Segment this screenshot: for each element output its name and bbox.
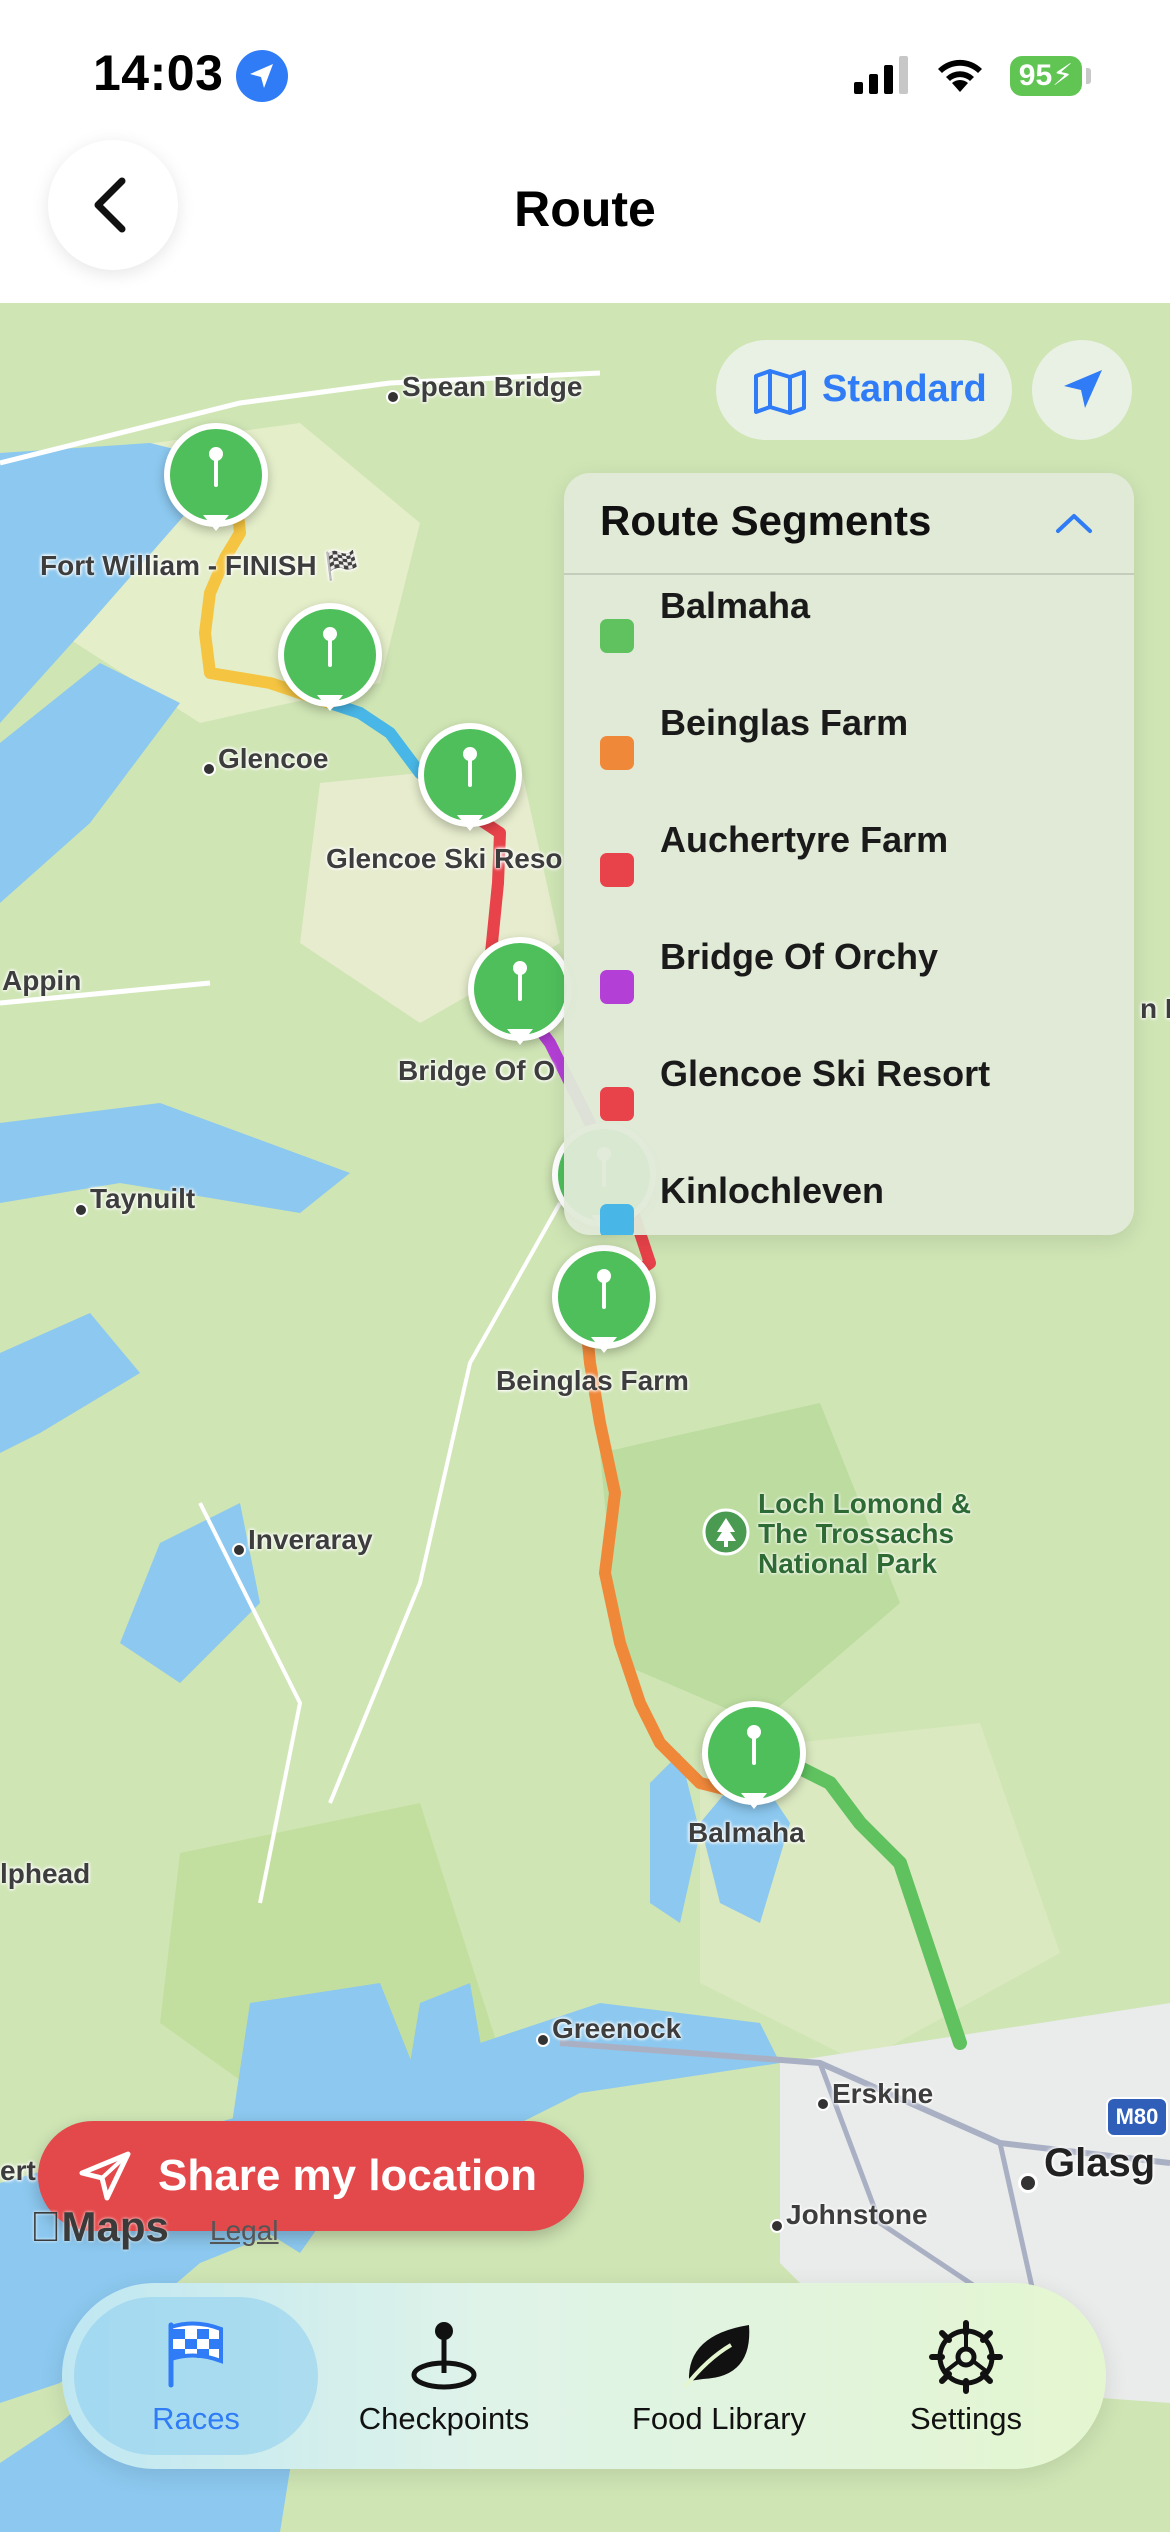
share-location-label: Share my location xyxy=(158,2151,538,2200)
place-dot xyxy=(1018,2173,1038,2193)
send-arrow-icon xyxy=(79,2151,131,2201)
gear-icon xyxy=(929,2320,1003,2394)
segment-color-swatch xyxy=(600,1087,634,1121)
tab-label: Settings xyxy=(909,2401,1022,2436)
checkpoint-pin-balmaha[interactable] xyxy=(702,1701,806,1809)
place-bridge-of-orchy: Bridge Of O xyxy=(398,1055,556,1086)
cellular-signal-icon xyxy=(854,56,908,94)
map-style-label: Standard xyxy=(822,368,987,410)
place-dot xyxy=(816,2097,830,2111)
tab-settings[interactable]: Settings xyxy=(836,2283,1096,2469)
place-inveraray: Inveraray xyxy=(248,1524,373,1555)
place-loch-lomond: Loch Lomond & The Trossachs National Par… xyxy=(758,1488,972,1579)
battery-tip xyxy=(1086,68,1091,84)
segment-label: Balmaha xyxy=(660,585,811,626)
battery-level: 95 xyxy=(1018,59,1053,92)
leaf-icon xyxy=(683,2325,750,2389)
map-style-button[interactable]: Standard xyxy=(716,340,1012,440)
place-glencoe: Glencoe xyxy=(218,743,329,774)
status-bar: 14:03 95⚡ xyxy=(0,0,1170,140)
map-pin-icon xyxy=(411,2322,477,2390)
place-nl: n L xyxy=(1140,993,1170,1024)
legal-link[interactable]: Legal xyxy=(210,2215,279,2247)
segment-color-swatch xyxy=(600,1204,634,1235)
place-fort-william: Fort William - FINISH 🏁 xyxy=(40,550,360,581)
place-glencoe-ski-resort: Glencoe Ski Reso xyxy=(326,843,563,874)
chevron-up-icon[interactable] xyxy=(1054,511,1094,535)
locate-me-button[interactable] xyxy=(1032,340,1132,440)
segment-item-beinglas-farm[interactable]: Beinglas Farm xyxy=(564,702,1134,782)
place-dot xyxy=(536,2033,550,2047)
motorway-badge: M80 xyxy=(1106,2097,1168,2137)
status-time: 14:03 xyxy=(93,45,224,101)
route-segments-title: Route Segments xyxy=(600,497,932,544)
tree-icon xyxy=(702,1508,750,1556)
segment-item-balmaha[interactable]: Balmaha xyxy=(564,585,1134,665)
place-balmaha: Balmaha xyxy=(688,1817,805,1848)
place-glasgow: Glasg xyxy=(1044,2141,1156,2185)
segment-color-swatch xyxy=(600,736,634,770)
apple-maps-logo: Maps xyxy=(30,2203,169,2251)
checkpoint-pin-glencoe-ski[interactable] xyxy=(418,723,522,831)
segment-item-auchertyre-farm[interactable]: Auchertyre Farm xyxy=(564,819,1134,899)
segment-item-bridge-of-orchy[interactable]: Bridge Of Orchy xyxy=(564,936,1134,1016)
checkered-flag-icon xyxy=(168,2321,223,2388)
segment-label: Beinglas Farm xyxy=(660,702,909,743)
map-icon xyxy=(754,369,806,415)
place-johnstone: Johnstone xyxy=(786,2199,928,2230)
checkpoint-pin-beinglas[interactable] xyxy=(552,1245,656,1353)
place-greenock: Greenock xyxy=(552,2013,682,2044)
location-arrow-icon xyxy=(1064,370,1102,408)
navigation-header: Route xyxy=(0,140,1170,303)
tab-races[interactable]: Races xyxy=(66,2283,326,2469)
place-lphead: lphead xyxy=(0,1858,91,1889)
tab-food-library[interactable]: Food Library xyxy=(589,2283,849,2469)
place-beinglas-farm: Beinglas Farm xyxy=(496,1365,689,1396)
segment-color-swatch xyxy=(600,970,634,1004)
place-erskine: Erskine xyxy=(832,2078,934,2109)
checkpoint-pin-fort-william[interactable] xyxy=(164,423,268,531)
segment-label: Kinlochleven xyxy=(660,1170,885,1211)
place-appin: Appin xyxy=(2,965,82,996)
location-arrow-icon xyxy=(236,50,288,102)
divider xyxy=(564,573,1134,575)
segment-color-swatch xyxy=(600,619,634,653)
place-dot xyxy=(770,2219,784,2233)
place-taynuilt: Taynuilt xyxy=(90,1183,196,1214)
segment-label: Bridge Of Orchy xyxy=(660,936,939,977)
segment-item-kinlochleven[interactable]: Kinlochleven xyxy=(564,1170,1134,1235)
place-dot xyxy=(74,1203,88,1217)
tab-bar: Races Checkpoints Food Library Settings xyxy=(62,2283,1106,2469)
tab-checkpoints[interactable]: Checkpoints xyxy=(314,2283,574,2469)
segment-label: Auchertyre Farm xyxy=(660,819,949,860)
tab-label: Food Library xyxy=(631,2401,807,2436)
wifi-icon xyxy=(938,59,982,92)
place-dot xyxy=(232,1543,246,1557)
segment-label: Glencoe Ski Resort xyxy=(660,1053,991,1094)
segment-item-glencoe-ski-resort[interactable]: Glencoe Ski Resort xyxy=(564,1053,1134,1133)
battery-indicator: 95⚡ xyxy=(1010,56,1082,96)
tab-label: Races xyxy=(152,2401,240,2436)
segment-color-swatch xyxy=(600,853,634,887)
place-dot xyxy=(202,762,216,776)
page-title: Route xyxy=(514,181,656,237)
checkpoint-pin-bridge-of-orchy[interactable] xyxy=(468,937,572,1045)
route-segments-panel: Route Segments Balmaha Beinglas Farm Auc… xyxy=(564,473,1134,1235)
place-spean-bridge: Spean Bridge xyxy=(402,371,583,402)
checkpoint-pin-kinlochleven[interactable] xyxy=(278,603,382,711)
place-ert: ert xyxy=(0,2155,36,2186)
maps-logo-text: Maps xyxy=(30,2203,169,2250)
place-dot xyxy=(386,390,400,404)
tab-label: Checkpoints xyxy=(358,2401,530,2436)
